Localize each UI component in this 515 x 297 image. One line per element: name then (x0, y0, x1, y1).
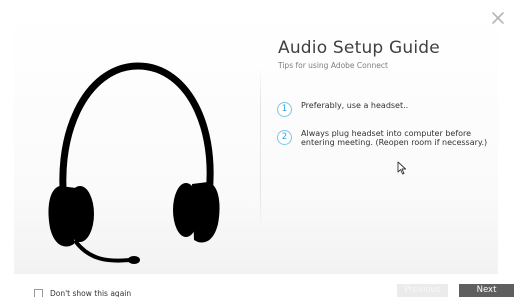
mouse-pointer-icon (397, 161, 407, 175)
dont-show-again-label: Don't show this again (50, 288, 132, 297)
tip-text: Preferably, use a headset.. (301, 101, 409, 110)
tip-item: 2 Always plug headset into computer befo… (277, 129, 507, 147)
checkbox-icon[interactable] (34, 288, 43, 297)
previous-button[interactable]: Previous (397, 284, 448, 297)
headset-icon (48, 62, 220, 264)
next-button[interactable]: Next (459, 284, 514, 297)
dialog-subtitle: Tips for using Adobe Connect (278, 61, 388, 70)
step-number-badge: 2 (277, 130, 292, 145)
dialog-title: Audio Setup Guide (278, 38, 440, 58)
close-icon[interactable] (491, 11, 505, 25)
audio-setup-dialog: Audio Setup Guide Tips for using Adobe C… (0, 0, 515, 297)
step-number-badge: 1 (277, 102, 292, 117)
tip-text: Always plug headset into computer before… (301, 129, 488, 147)
vertical-divider (260, 68, 261, 228)
dont-show-again-option[interactable]: Don't show this again (34, 288, 131, 297)
tip-item: 1 Preferably, use a headset.. (277, 101, 507, 117)
